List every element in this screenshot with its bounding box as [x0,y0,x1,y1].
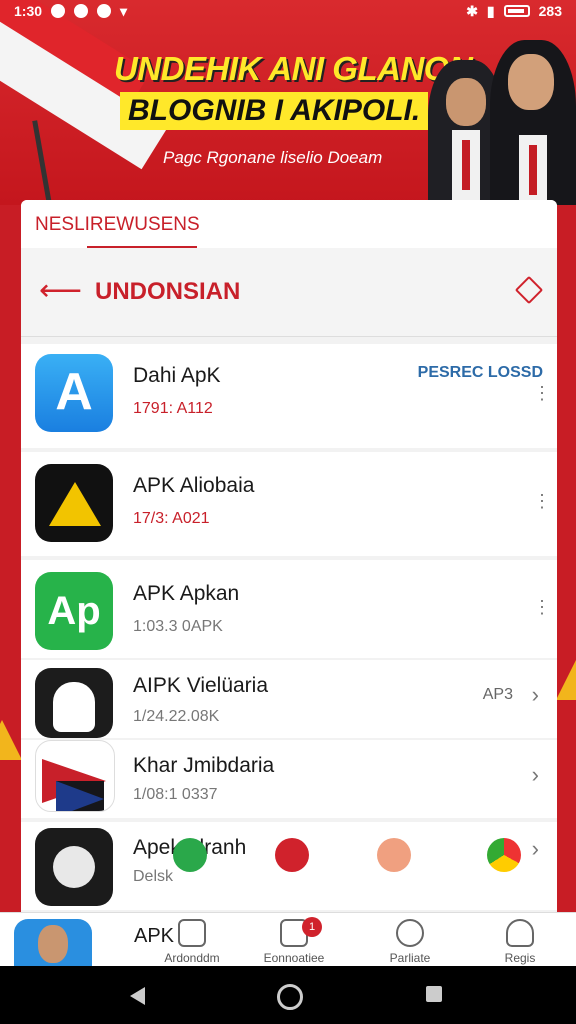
page-title: UNDONSIAN [95,278,241,305]
notification-badge: 1 [302,917,322,937]
system-back-icon[interactable] [130,987,145,1005]
shield-icon [396,919,424,947]
tab-header[interactable]: NESLIREWUSENS [21,200,557,248]
app-trailing-text: AP3 [482,686,513,703]
promo-banner[interactable]: UNDEHIK ANI GLANON BLOGNIB I AKIPOLI. Pa… [0,0,576,205]
shortcut-icons [161,838,541,898]
more-options-icon[interactable]: ⋮ [533,492,551,510]
app-triangle-icon [35,464,113,542]
flame-icon[interactable] [377,838,411,872]
app-meta: 1/24.22.08K [133,708,220,725]
app-bar: ⟵ UNDONSIAN [21,248,557,337]
app-action-link[interactable]: PESREC LOSSD [418,364,543,382]
app-ghost-icon [35,668,113,738]
star-decoration-left [0,720,22,760]
app-name: APK Aliobaia [133,474,255,497]
banner-headline: UNDEHIK ANI GLANON [114,50,473,87]
battery-level: 283 [538,3,562,19]
app-meta: 17/3: A021 [133,510,210,527]
chevron-right-icon[interactable]: › [532,682,539,708]
app-name: APK Apkan [133,582,240,605]
app-store-icon [35,354,113,432]
tab-label: NESLIREWUSENS [35,214,200,235]
nav-label: Ardonddm [164,951,220,965]
tag-icon[interactable] [514,275,544,305]
system-recents-icon[interactable] [426,986,442,1002]
star-decoration-right [556,660,576,700]
system-navigation-bar [0,966,576,1024]
nav-item-eonnoatiee[interactable]: 1 Eonnoatiee [246,913,342,967]
list-item[interactable]: Dahi ApK 1791: A112 PESREC LOSSD ⋮ [21,344,557,448]
bottom-navigation: APK Ardonddm 1 Eonnoatiee Parliate Regis [0,912,576,967]
no-entry-icon[interactable] [275,838,309,872]
status-bar: 1:30 ▾ ✱ ▮ 283 [0,0,576,22]
bluetooth-icon: ✱ [466,2,478,19]
nav-item-parliate[interactable]: Parliate [362,913,458,967]
list-item[interactable]: AIPK Vielüaria 1/24.22.08K AP3 › [21,660,557,738]
banner-headline-secondary: BLOGNIB I AKIPOLI. [120,92,429,130]
system-home-icon[interactable] [277,984,303,1010]
notification-icon-2 [74,4,89,18]
list-item[interactable]: Apek Alranh Delsk › [21,822,557,910]
status-time: 1:30 [14,3,43,19]
nav-label: Eonnoatiee [263,951,325,965]
app-meta: 1791: A112 [133,400,213,417]
list-item[interactable]: Ap APK Apkan 1:03.3 0APK ⋮ [21,560,557,658]
nav-item-ardonddm[interactable]: Ardonddm [144,913,240,967]
wifi-icon: ▾ [120,2,128,19]
app-ap-icon: Ap [35,572,113,650]
more-options-icon[interactable]: ⋮ [533,384,551,402]
signal-icon: ▮ [486,2,495,19]
nav-label: Parliate [389,951,431,965]
flag-pole [32,120,53,205]
chevron-right-icon[interactable]: › [532,762,539,788]
chrome-icon[interactable] [487,838,521,872]
banner-person-right [490,40,576,205]
app-name: Khar Jmibdaria [133,754,275,777]
app-card: NESLIREWUSENS ⟵ UNDONSIAN Dahi ApK 1791:… [21,200,557,912]
whatsapp-icon[interactable] [173,838,207,872]
chevron-right-icon[interactable]: › [532,836,539,862]
user-icon [506,919,534,947]
send-icon [178,919,206,947]
app-meta: 1/08:1 0337 [133,786,218,803]
list-item[interactable]: Khar Jmibdaria 1/08:1 0337 › [21,740,557,818]
app-meta: 1:03.3 0APK [133,618,223,635]
app-name: Dahi ApK [133,364,221,387]
app-share-icon [35,828,113,906]
notification-icon [51,4,66,18]
battery-icon [503,5,530,17]
nav-label: Regis [504,951,536,965]
app-plane-icon [35,740,115,812]
back-arrow-icon[interactable]: ⟵ [39,276,82,306]
more-options-icon[interactable]: ⋮ [533,598,551,616]
list-item[interactable]: APK Aliobaia 17/3: A021 ⋮ [21,452,557,556]
banner-subline: Pagc Rgonane liselio Doeam [163,148,383,167]
shield-icon [97,4,112,18]
app-name: AIPK Vielüaria [133,674,269,697]
avatar[interactable] [14,919,92,967]
nav-item-regis[interactable]: Regis [472,913,568,967]
